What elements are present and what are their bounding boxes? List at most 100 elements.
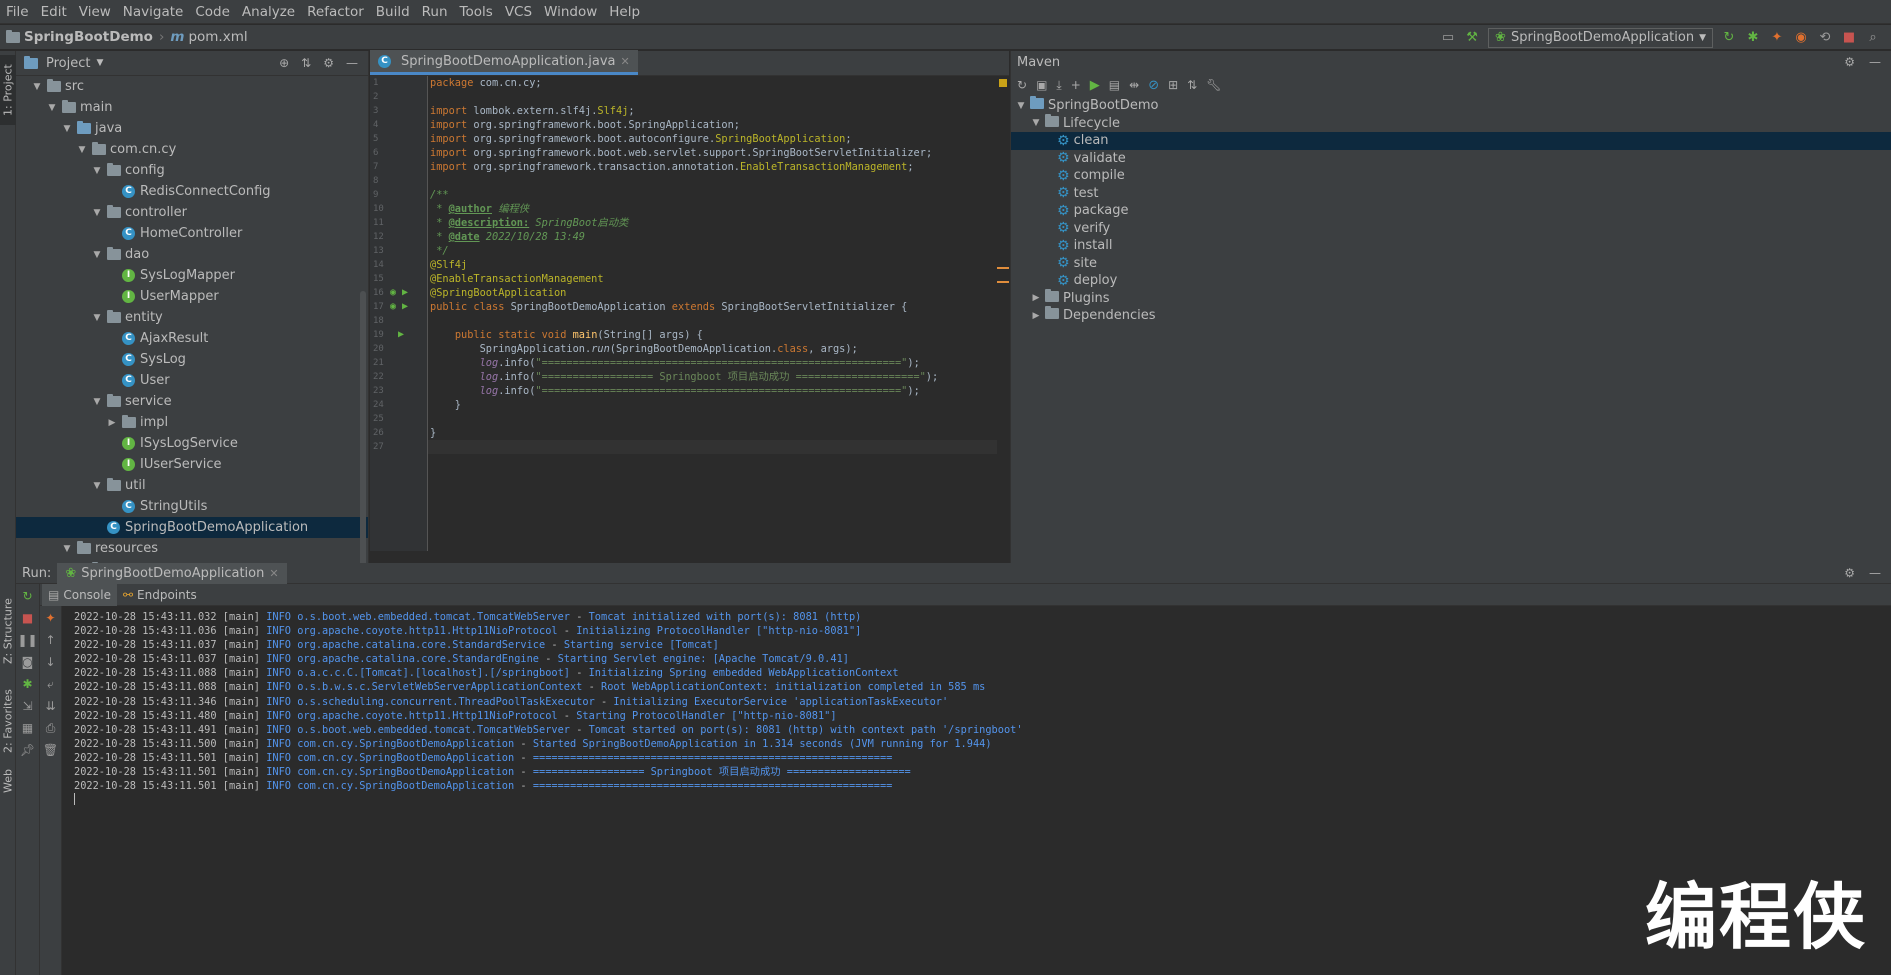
camera-icon[interactable]: ◙ xyxy=(18,652,38,672)
chevron-down-icon[interactable]: ▼ xyxy=(1030,118,1042,128)
tree-item[interactable]: C StringUtils xyxy=(16,496,368,517)
code-line[interactable]: */ xyxy=(428,244,997,258)
menu-navigate[interactable]: Navigate xyxy=(117,0,190,24)
code-line[interactable]: log.info("================== Springboot … xyxy=(428,370,997,384)
tree-item[interactable]: ▼ config xyxy=(16,160,368,181)
search-icon[interactable]: ⌕ xyxy=(1865,30,1881,46)
breadcrumb-project[interactable]: SpringBootDemo xyxy=(24,29,153,45)
console-output[interactable]: 2022-10-28 15:43:11.032 [main] INFO o.s.… xyxy=(74,610,1891,975)
minimize-icon[interactable]: — xyxy=(1869,55,1881,69)
code-line[interactable]: import org.springframework.transaction.a… xyxy=(428,160,997,174)
add-icon[interactable]: + xyxy=(1071,78,1081,92)
collapse-all-icon[interactable]: ⇅ xyxy=(1187,78,1197,92)
run-tab[interactable]: ❀ SpringBootDemoApplication ✕ xyxy=(57,562,287,584)
minimize-icon[interactable]: — xyxy=(1869,566,1881,580)
code-line[interactable]: import org.springframework.boot.autoconf… xyxy=(428,132,997,146)
code-line[interactable]: log.info("==============================… xyxy=(428,356,997,370)
gear-icon[interactable]: ⚙ xyxy=(323,56,334,70)
tree-item[interactable]: I UserMapper xyxy=(16,286,368,307)
error-stripe-marker[interactable] xyxy=(997,267,1009,269)
soft-wrap-icon[interactable]: ⤶ xyxy=(41,674,61,694)
spring-gutter-icon[interactable]: ◉ ▶ xyxy=(390,286,408,300)
down-arrow-icon[interactable]: ↓ xyxy=(41,652,61,672)
project-panel-title[interactable]: Project xyxy=(46,56,90,71)
tab-project[interactable]: 1: Project xyxy=(0,55,16,125)
maven-tree-item[interactable]: ▶ Dependencies xyxy=(1011,306,1891,325)
chevron-down-icon[interactable]: ▼ xyxy=(91,250,103,260)
skip-tests-icon[interactable]: ⊘ xyxy=(1148,78,1159,93)
reload-icon[interactable]: ↻ xyxy=(1017,78,1027,92)
tree-item[interactable]: ▼ main xyxy=(16,97,368,118)
code-line[interactable]: } xyxy=(428,426,997,440)
pause-icon[interactable]: ❚❚ xyxy=(17,630,37,650)
code-line[interactable] xyxy=(428,174,997,188)
tree-item[interactable]: ▶ impl xyxy=(16,412,368,433)
code-line[interactable] xyxy=(428,440,997,454)
chevron-down-icon[interactable]: ▼ xyxy=(91,166,103,176)
tree-item[interactable]: ▼ util xyxy=(16,475,368,496)
code-line[interactable]: * @description: SpringBoot启动类 xyxy=(428,216,997,230)
spring-gutter-icon[interactable]: ◉ ▶ xyxy=(390,300,408,314)
menu-run[interactable]: Run xyxy=(416,0,454,24)
code-line[interactable] xyxy=(428,412,997,426)
generate-sources-icon[interactable]: ▣ xyxy=(1036,78,1047,92)
code-line[interactable]: * @author 编程侠 xyxy=(428,202,997,216)
run-config-icon[interactable]: ▤ xyxy=(1109,78,1120,92)
maven-tree-item[interactable]: ▶ Plugins xyxy=(1011,288,1891,308)
tree-item[interactable]: ▼ controller xyxy=(16,202,368,223)
debug-icon[interactable]: ✱ xyxy=(1745,30,1761,46)
tree-item[interactable]: ▼ resources xyxy=(16,538,368,559)
code-line[interactable] xyxy=(428,314,997,328)
chevron-down-icon[interactable]: ▼ xyxy=(31,82,43,92)
tree-item[interactable]: ▼ service xyxy=(16,391,368,412)
code-area[interactable]: package com.cn.cy; import lombok.extern.s… xyxy=(428,76,997,551)
gear-icon[interactable]: ⚙ xyxy=(1844,55,1855,69)
scroll-to-end-icon[interactable]: ⇊ xyxy=(41,696,61,716)
code-line[interactable]: package com.cn.cy; xyxy=(428,76,997,90)
tree-item[interactable]: C User xyxy=(16,370,368,391)
maven-tree-item[interactable]: ⚙ verify xyxy=(1011,220,1891,238)
code-line[interactable]: @Slf4j xyxy=(428,258,997,272)
tree-item[interactable]: ▼ src xyxy=(16,76,368,97)
tree-item[interactable]: ▼ com.cn.cy xyxy=(16,139,368,160)
tree-item[interactable]: C SpringBootDemoApplication xyxy=(16,517,368,538)
code-line[interactable]: @SpringBootApplication xyxy=(428,286,997,300)
maven-tree-item[interactable]: ⚙ deploy xyxy=(1011,272,1891,290)
attach-icon[interactable]: ⟲ xyxy=(1817,30,1833,46)
chevron-right-icon[interactable]: ▶ xyxy=(106,418,118,428)
up-arrow-icon[interactable]: ↑ xyxy=(41,630,61,650)
run-configuration-select[interactable]: ❀ SpringBootDemoApplication ▼ xyxy=(1488,27,1713,48)
code-line[interactable]: public class SpringBootDemoApplication e… xyxy=(428,300,997,314)
maven-tree-item[interactable]: ▼ Lifecycle xyxy=(1011,113,1891,133)
menu-vcs[interactable]: VCS xyxy=(499,0,538,24)
build-hammer-icon[interactable]: ⚒ xyxy=(1464,30,1480,46)
tree-item[interactable]: ▼ java xyxy=(16,118,368,139)
minimize-icon[interactable]: — xyxy=(346,56,358,70)
menu-code[interactable]: Code xyxy=(189,0,236,24)
tree-item[interactable]: I ISysLogService xyxy=(16,433,368,454)
chevron-right-icon[interactable]: ▶ xyxy=(1030,293,1042,303)
editor-tab[interactable]: C SpringBootDemoApplication.java ✕ xyxy=(370,50,638,75)
menu-edit[interactable]: Edit xyxy=(35,0,73,24)
error-icon[interactable]: ✦ xyxy=(41,608,61,628)
close-icon[interactable]: ✕ xyxy=(621,55,630,68)
chevron-right-icon[interactable]: ▶ xyxy=(1030,311,1042,321)
maven-tree-item[interactable]: ⚙ install xyxy=(1011,237,1891,255)
code-line[interactable]: import org.springframework.boot.web.serv… xyxy=(428,146,997,160)
print-icon[interactable]: ⎙ xyxy=(41,718,61,738)
maven-tree-item[interactable]: ▼ SpringBootDemo xyxy=(1011,96,1891,115)
rerun-icon[interactable]: ↻ xyxy=(18,586,38,606)
code-line[interactable]: SpringApplication.run(SpringBootDemoAppl… xyxy=(428,342,997,356)
menu-view[interactable]: View xyxy=(73,0,117,24)
error-stripe-marker[interactable] xyxy=(997,281,1009,283)
toggle-offline-icon[interactable]: ⇹ xyxy=(1129,78,1139,92)
collapse-all-icon[interactable]: ⇅ xyxy=(301,56,311,70)
maven-tree-item[interactable]: ⚙ test xyxy=(1011,185,1891,203)
maven-tree-item[interactable]: ⚙ validate xyxy=(1011,150,1891,168)
chevron-down-icon[interactable]: ▼ xyxy=(76,145,88,155)
code-line[interactable]: /** xyxy=(428,188,997,202)
tab-favorites[interactable]: 2: Favorites xyxy=(0,681,16,761)
breadcrumb-file[interactable]: pom.xml xyxy=(188,29,247,45)
tree-item[interactable]: C SysLog xyxy=(16,349,368,370)
menu-analyze[interactable]: Analyze xyxy=(236,0,301,24)
